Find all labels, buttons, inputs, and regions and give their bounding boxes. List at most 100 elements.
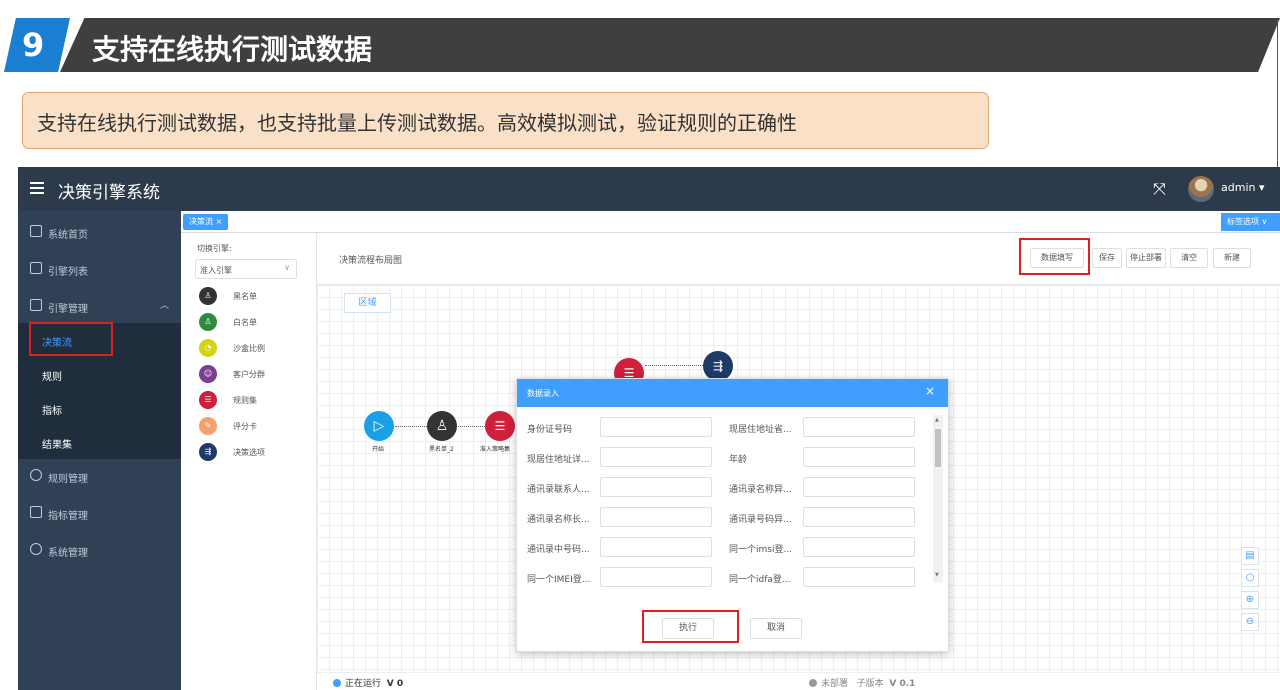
callout-text: 支持在线执行测试数据，也支持批量上传测试数据。高效模拟测试，验证规则的正确性 — [37, 111, 797, 135]
rule-set-node[interactable]: ☰ — [485, 411, 515, 441]
scrollbar-thumb[interactable] — [935, 429, 941, 467]
sidebar-item-engine-manage[interactable]: 引擎管理 ︿ — [18, 289, 181, 323]
zoom-fit-icon[interactable]: ○ — [1241, 569, 1259, 587]
highlight-box-decision-flow — [29, 322, 113, 356]
field-label: 同一个IMEI登... — [527, 575, 591, 585]
running-status: 正在运行 V 0 — [333, 676, 403, 689]
region-node[interactable]: 区域 — [344, 293, 391, 313]
callout-box: 支持在线执行测试数据，也支持批量上传测试数据。高效模拟测试，验证规则的正确性 — [22, 92, 989, 149]
palette-item-label: 规则集 — [233, 396, 257, 405]
running-status-text: 正在运行 — [345, 679, 382, 689]
person-icon: ♙ — [199, 287, 217, 305]
sidebar-item-home[interactable]: 系统首页 — [18, 215, 181, 249]
residence-detail-input[interactable] — [600, 447, 712, 467]
zoom-out-icon[interactable]: ⊖ — [1241, 613, 1259, 631]
sidebar-item-rule-manage[interactable]: 规则管理 — [18, 459, 181, 493]
age-input[interactable] — [803, 447, 915, 467]
engine-select[interactable]: 准入引擎 ∨ — [195, 259, 297, 279]
fullscreen-icon[interactable]: ⤧ — [1153, 179, 1166, 199]
menu-icon[interactable] — [30, 182, 44, 194]
node-label: 开始 — [372, 446, 385, 453]
slide-title: 支持在线执行测试数据 — [92, 33, 373, 66]
flow-title: 决策流程布局图 — [339, 256, 403, 266]
sidebar-subitem-rules[interactable]: 规则 — [18, 357, 181, 391]
scroll-up-icon[interactable]: ▲ — [935, 417, 939, 423]
scroll-down-icon[interactable]: ▼ — [935, 572, 939, 578]
decision-icon: ⇶ — [712, 359, 724, 373]
palette-item-scorecard[interactable]: ✎ 评分卡 — [199, 417, 309, 437]
chevron-down-icon: ∨ — [284, 263, 290, 272]
sidebar-item-system-manage[interactable]: 系统管理 — [18, 533, 181, 567]
checklist-icon: ☰ — [494, 419, 506, 433]
sub-version-value: V 0.1 — [889, 679, 916, 689]
clear-button[interactable]: 清空 — [1170, 248, 1208, 268]
contact-name-length-input[interactable] — [600, 507, 712, 527]
flow-edge — [645, 365, 703, 366]
sidebar-subitem-metrics[interactable]: 指标 — [18, 391, 181, 425]
play-icon: ▷ — [373, 418, 385, 434]
sidebar-item-label: 引擎列表 — [48, 267, 88, 278]
data-entry-dialog: 数据录入 × 身份证号码 现居住地址省... 现居住地址详... 年龄 通讯录联… — [516, 378, 949, 652]
field-label: 通讯录名称异... — [729, 485, 792, 495]
doc-icon[interactable]: ▤ — [1241, 547, 1259, 565]
palette-item-decision-option[interactable]: ⇶ 决策选项 — [199, 443, 309, 463]
sidebar-subitem-label: 指标 — [42, 406, 62, 417]
palette-item-label: 沙盒比例 — [233, 344, 265, 353]
home-icon — [30, 225, 42, 237]
contact-number-input[interactable] — [600, 537, 712, 557]
imei-login-input[interactable] — [600, 567, 712, 587]
tag-decision-flow[interactable]: 决策流 × — [183, 214, 229, 230]
person-icon: ♙ — [199, 313, 217, 331]
decision-option-node[interactable]: ⇶ — [703, 351, 733, 381]
person-icon: ♙ — [435, 418, 449, 434]
contact-name-anomaly-input[interactable] — [803, 477, 915, 497]
slide-header: 9 支持在线执行测试数据 — [0, 18, 1280, 72]
field-label: 同一个imsi登... — [729, 545, 793, 555]
tags-bar: 决策流 × 标签选项 ∨ — [181, 211, 1280, 233]
dialog-scrollbar[interactable]: ▲ ▼ — [933, 415, 943, 583]
sidebar-subitem-result-set[interactable]: 结果集 — [18, 425, 181, 459]
contacts-count-input[interactable] — [600, 477, 712, 497]
flow-header: 决策流程布局图 数据填写 保存 停止部署 清空 新建 — [317, 233, 1280, 285]
list-icon — [30, 262, 42, 274]
close-icon[interactable]: × — [925, 384, 935, 398]
start-node[interactable]: ▷ — [364, 411, 394, 441]
rule-icon — [30, 469, 42, 481]
field-label: 年龄 — [729, 455, 748, 465]
sidebar-item-label: 引擎管理 — [48, 304, 88, 315]
stop-deploy-button[interactable]: 停止部署 — [1126, 248, 1166, 268]
residence-province-input[interactable] — [803, 417, 915, 437]
flow-edge — [458, 426, 485, 427]
palette-item-whitelist[interactable]: ♙ 白名单 — [199, 313, 309, 333]
palette-item-rule-set[interactable]: ☰ 规则集 — [199, 391, 309, 411]
slide-number: 9 — [22, 26, 45, 64]
avatar[interactable] — [1188, 176, 1214, 202]
sidebar-item-label: 系统管理 — [48, 548, 88, 559]
deploy-status-text: 未部署 — [821, 679, 849, 689]
top-navbar: 决策引擎系统 ⤧ admin ▾ — [18, 167, 1280, 211]
sidebar-item-metric-manage[interactable]: 指标管理 — [18, 496, 181, 530]
contact-number-anomaly-input[interactable] — [803, 507, 915, 527]
palette-item-label: 黑名单 — [233, 292, 257, 301]
save-button[interactable]: 保存 — [1092, 248, 1122, 268]
deploy-status: 未部署 子版本 V 0.1 — [809, 676, 915, 689]
imsi-login-input[interactable] — [803, 537, 915, 557]
node-label: 黑名单_2 — [429, 446, 454, 453]
blacklist-node[interactable]: ♙ — [427, 411, 457, 441]
idfa-login-input[interactable] — [803, 567, 915, 587]
user-menu[interactable]: admin ▾ — [1221, 181, 1264, 194]
palette-item-customer-segment[interactable]: ☺ 客户分群 — [199, 365, 309, 385]
sidebar-item-label: 系统首页 — [48, 230, 88, 241]
status-dot — [809, 679, 817, 687]
palette-item-blacklist[interactable]: ♙ 黑名单 — [199, 287, 309, 307]
tag-options-button[interactable]: 标签选项 ∨ — [1221, 213, 1280, 231]
palette-item-sandbox-ratio[interactable]: ◔ 沙盒比例 — [199, 339, 309, 359]
zoom-in-icon[interactable]: ⊕ — [1241, 591, 1259, 609]
cancel-button[interactable]: 取消 — [750, 618, 802, 639]
engine-select-value: 准入引擎 — [200, 266, 232, 275]
sidebar-item-engine-list[interactable]: 引擎列表 — [18, 252, 181, 286]
running-version: V 0 — [386, 679, 404, 689]
sidebar: 系统首页 引擎列表 引擎管理 ︿ 决策流 规则 指标 结果集 规则管理 指标管理… — [18, 211, 181, 690]
new-button[interactable]: 新建 — [1213, 248, 1251, 268]
id-number-input[interactable] — [600, 417, 712, 437]
